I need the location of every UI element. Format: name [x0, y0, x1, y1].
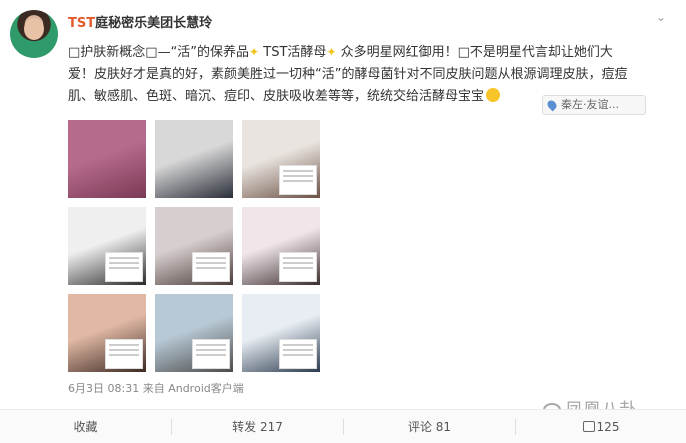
- chevron-down-icon[interactable]: ⌄: [656, 10, 670, 24]
- location-label: 秦左·友谊...: [561, 98, 619, 111]
- post-text-segment: TST活酵母: [263, 45, 327, 60]
- photo-thumbnail[interactable]: [242, 207, 320, 285]
- like-button[interactable]: 125: [516, 410, 686, 443]
- comment-label: 评论 81: [407, 420, 452, 434]
- comment-button[interactable]: 评论 81: [344, 410, 515, 443]
- author-handle: 庭秘密乐美团长慧玲: [95, 16, 213, 31]
- screenshot-card: [279, 252, 317, 282]
- screenshot-card: [105, 252, 143, 282]
- photo-thumbnail[interactable]: [68, 294, 146, 372]
- post-line-1: □护肤新概念□—“活”的保养品✦ TST活酵母✦ 众多明星网红御用！□不是明星代…: [68, 41, 668, 64]
- screenshot-card: [105, 339, 143, 369]
- post-text-segment: 众多明星网红御用！□不是明星代言却让她们大: [340, 45, 613, 60]
- author-brand: TST: [68, 16, 96, 31]
- screenshot-card: [192, 252, 230, 282]
- screenshot-card: [279, 165, 317, 195]
- photo-image: [68, 120, 146, 198]
- post-text-segment: 肌、敏感肌、色斑、暗沉、痘印、皮肤吸收差等等，统统交给活酵母宝宝: [68, 89, 485, 104]
- sparkle-icon: ✦: [326, 45, 337, 59]
- avatar[interactable]: [10, 10, 58, 58]
- post-text-segment: □护肤新概念□—“活”的保养品: [68, 45, 250, 60]
- action-bar: 收藏 转发 217 评论 81 125: [0, 409, 686, 443]
- photo-thumbnail[interactable]: [155, 120, 233, 198]
- author-name[interactable]: TST庭秘密乐美团长慧玲: [68, 12, 212, 31]
- post-meta: 6月3日 08:31 来自 Android客户端: [68, 380, 244, 396]
- location-tag[interactable]: 秦左·友谊...: [542, 95, 646, 115]
- thumbs-up-icon: [582, 421, 595, 432]
- like-count: 125: [596, 420, 620, 434]
- emoji-icon: [486, 88, 501, 102]
- photo-thumbnail[interactable]: [155, 207, 233, 285]
- forward-button[interactable]: 转发 217: [172, 410, 343, 443]
- post-timestamp[interactable]: 6月3日 08:31: [68, 382, 139, 395]
- photo-thumbnail[interactable]: [242, 294, 320, 372]
- screenshot-card: [279, 339, 317, 369]
- post-line-2: 爱！皮肤好才是真的好，素颜美胜过一切种“活”的酵母菌针对不同皮肤问题从根源调理皮…: [68, 67, 628, 82]
- photo-thumbnail[interactable]: [68, 207, 146, 285]
- screenshot-card: [192, 339, 230, 369]
- location-pin-icon: [545, 98, 559, 112]
- favorite-label: 收藏: [73, 420, 98, 434]
- photo-thumbnail[interactable]: [242, 120, 320, 198]
- photo-thumbnail[interactable]: [155, 294, 233, 372]
- post-source: 来自 Android客户端: [142, 382, 244, 395]
- sparkle-icon: ✦: [249, 45, 260, 59]
- favorite-button[interactable]: 收藏: [0, 410, 171, 443]
- photo-thumbnail[interactable]: [68, 120, 146, 198]
- forward-label: 转发 217: [232, 420, 283, 434]
- photo-image: [155, 120, 233, 198]
